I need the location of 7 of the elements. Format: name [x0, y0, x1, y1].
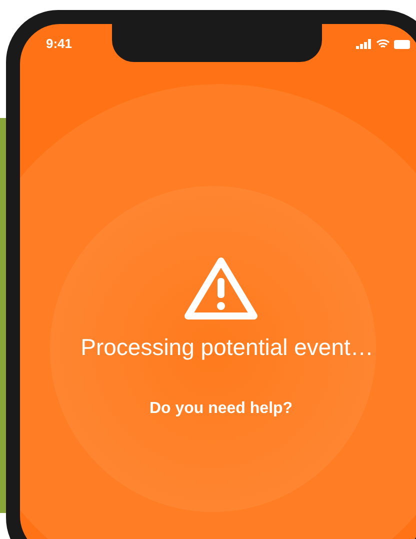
processing-message: Processing potential event… [80, 333, 374, 362]
help-prompt[interactable]: Do you need help? [149, 396, 293, 420]
battery-icon [394, 40, 410, 48]
wifi-icon [376, 39, 390, 49]
signal-icon [356, 39, 372, 49]
warning-icon [184, 256, 258, 320]
status-time: 9:41 [46, 35, 72, 54]
